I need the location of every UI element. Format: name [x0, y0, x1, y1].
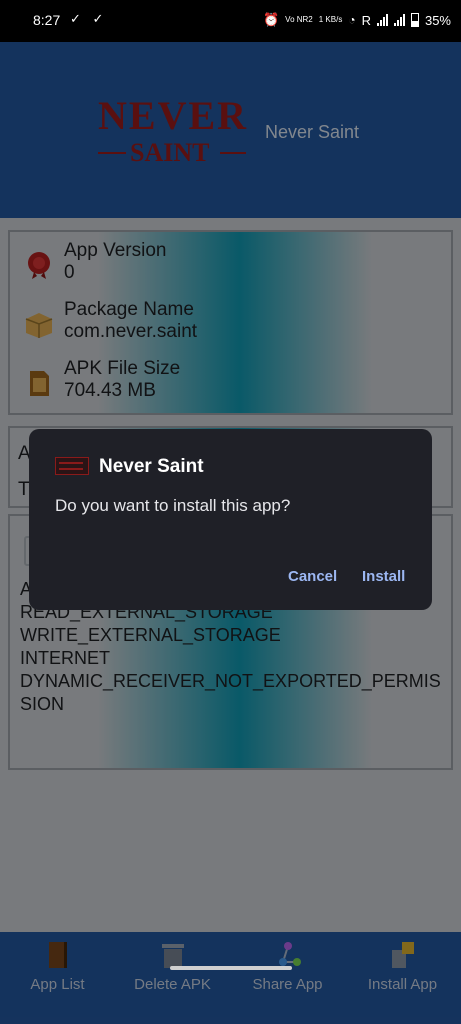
app-icon — [55, 457, 89, 475]
alarm-icon: ⏰ — [262, 12, 280, 27]
signal-icon — [376, 14, 388, 26]
cancel-button[interactable]: Cancel — [288, 568, 337, 585]
wifi-icon: ◔ — [348, 13, 356, 27]
battery-icon — [410, 13, 419, 27]
dialog-message: Do you want to install this app? — [55, 496, 291, 515]
check-icons: ✓ ✓ — [70, 11, 108, 26]
battery-percent: 35% — [424, 12, 451, 28]
status-bar: 8:27 ✓ ✓ ⏰ Vo NR2 1 KB/s ◔ R 35% — [0, 0, 461, 42]
volte-indicator: Vo NR2 — [285, 15, 313, 24]
install-dialog: Never Saint Do you want to install this … — [29, 429, 432, 610]
install-button[interactable]: Install — [362, 568, 405, 585]
signal-icon-2 — [393, 14, 405, 26]
network-speed: 1 KB/s — [318, 15, 343, 24]
gesture-bar[interactable] — [170, 966, 292, 970]
status-time: 8:27 — [33, 12, 61, 28]
roaming-indicator: R — [361, 12, 371, 28]
dialog-title: Never Saint — [99, 456, 204, 477]
status-icons: ⏰ Vo NR2 1 KB/s ◔ R 35% — [263, 12, 451, 28]
